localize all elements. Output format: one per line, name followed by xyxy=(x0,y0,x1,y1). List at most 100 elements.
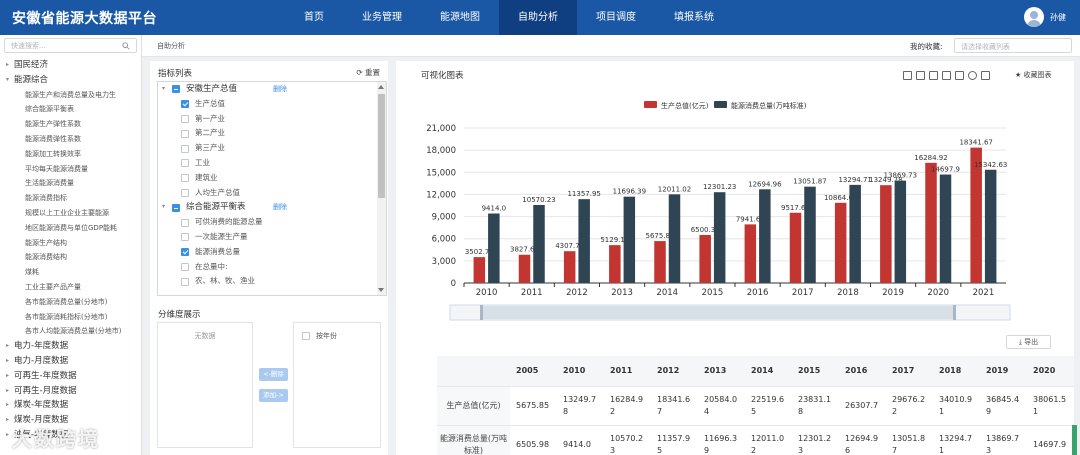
save-chart-button[interactable]: ★ 收藏图表 xyxy=(1015,70,1052,80)
sidebar-category[interactable]: ▸ 煤炭-年度数据 xyxy=(0,398,141,413)
scroll-thumb[interactable] xyxy=(378,94,385,198)
bar-gdp[interactable] xyxy=(834,202,847,283)
search-icon[interactable] xyxy=(122,42,130,50)
chevron-down-icon[interactable]: ▾ xyxy=(162,82,172,97)
favorites-select[interactable]: 请选择收藏列表 xyxy=(954,38,1072,53)
sidebar-item[interactable]: 各市能源消耗指标(分地市) xyxy=(0,310,141,325)
bar-energy[interactable] xyxy=(894,180,907,283)
legend-swatch[interactable] xyxy=(644,101,657,108)
sidebar-item[interactable]: 地区能源消费与单位GDP能耗 xyxy=(0,221,141,236)
user-menu[interactable]: 孙健 xyxy=(1024,7,1066,27)
chevron-right-icon[interactable]: ▸ xyxy=(6,339,14,354)
indicator-checkbox[interactable] xyxy=(181,100,189,109)
indicator-item[interactable]: 工业 xyxy=(158,156,386,171)
bar-energy[interactable] xyxy=(713,192,726,283)
zoom-slider-handle[interactable] xyxy=(953,305,956,320)
indicator-item[interactable]: 在总量中: xyxy=(158,260,386,275)
export-button[interactable]: ⤓ 导出 xyxy=(1006,335,1051,349)
indicator-item[interactable]: 第一产业 xyxy=(158,112,386,127)
sidebar-item[interactable]: 能源消费弹性系数 xyxy=(0,132,141,147)
scroll-down-icon[interactable] xyxy=(378,288,384,292)
avatar[interactable] xyxy=(1024,7,1044,27)
sidebar-item[interactable]: 能源消费指标 xyxy=(0,191,141,206)
user-name[interactable]: 孙健 xyxy=(1050,12,1066,23)
delete-group-link[interactable]: 删除 xyxy=(273,200,287,215)
sidebar-category[interactable]: ▸ 国民经济 xyxy=(0,58,141,73)
indicator-checkbox[interactable] xyxy=(181,262,189,271)
bar-energy[interactable] xyxy=(804,186,816,283)
zoom-reset-icon[interactable] xyxy=(916,71,925,80)
indicator-checkbox[interactable] xyxy=(181,159,189,168)
add-dimension-button[interactable]: 添加-> xyxy=(259,389,288,402)
indicator-checkbox[interactable] xyxy=(172,85,180,94)
chevron-right-icon[interactable]: ▸ xyxy=(6,354,14,369)
chevron-right-icon[interactable]: ▸ xyxy=(6,398,14,413)
zoom-icon[interactable] xyxy=(903,71,912,80)
bar-gdp[interactable] xyxy=(609,245,621,283)
sidebar-item[interactable]: 各市人均能源消费总量(分地市) xyxy=(0,324,141,339)
reset-button[interactable]: ⟳ 重置 xyxy=(356,67,380,78)
scroll-up-icon[interactable] xyxy=(378,85,384,89)
sidebar-item[interactable]: 综合能源平衡表 xyxy=(0,102,141,117)
bar-energy[interactable] xyxy=(533,204,545,283)
delete-group-link[interactable]: 删除 xyxy=(273,82,287,97)
sidebar-category[interactable]: ▸ 可再生-年度数据 xyxy=(0,369,141,384)
dimension-source-list[interactable]: 无数据 xyxy=(157,322,253,448)
indicator-checkbox[interactable] xyxy=(181,114,189,123)
indicator-item[interactable]: 人均生产总值 xyxy=(158,186,386,201)
sidebar-item[interactable]: 工业主要产品产量 xyxy=(0,280,141,295)
sidebar-category[interactable]: ▾ 能源综合 xyxy=(0,73,141,88)
sidebar-item[interactable]: 规模以上工业企业主要能源 xyxy=(0,206,141,221)
indicator-checkbox[interactable] xyxy=(181,129,189,138)
sidebar-item[interactable]: 能源消费结构 xyxy=(0,250,141,265)
sidebar-item[interactable]: 能源生产结构 xyxy=(0,236,141,251)
indicator-group[interactable]: ▾ 综合能源平衡表 删除 xyxy=(158,200,386,215)
nav-self-analysis[interactable]: 自助分析 xyxy=(499,0,577,35)
legend-label[interactable]: 生产总值(亿元) xyxy=(661,101,709,110)
bar-energy[interactable] xyxy=(759,189,771,283)
bar-energy[interactable] xyxy=(668,194,681,283)
bar-chart-icon[interactable] xyxy=(955,71,964,80)
nav-report[interactable]: 填报系统 xyxy=(655,0,733,35)
bar-gdp[interactable] xyxy=(744,224,757,283)
indicator-item[interactable]: 可供消费的能源总量 xyxy=(158,215,386,230)
legend-label[interactable]: 能源消费总量(万吨标准) xyxy=(731,101,807,110)
indicator-item[interactable]: 建筑业 xyxy=(158,171,386,186)
indicator-item[interactable]: 第三产业 xyxy=(158,141,386,156)
indicator-item[interactable]: 农、林、牧、渔业 xyxy=(158,274,386,289)
bar-gdp[interactable] xyxy=(699,235,711,283)
bar-energy[interactable] xyxy=(488,213,500,283)
bar-gdp[interactable] xyxy=(518,254,531,283)
line-chart-icon[interactable] xyxy=(942,71,951,80)
refresh-icon[interactable] xyxy=(968,71,977,80)
indicator-item[interactable]: 能源消费总量 xyxy=(158,245,386,260)
bar-energy[interactable] xyxy=(623,196,636,283)
bar-gdp[interactable] xyxy=(654,241,666,283)
chevron-right-icon[interactable]: ▸ xyxy=(6,384,14,399)
sidebar-item[interactable]: 能源加工转换效率 xyxy=(0,147,141,162)
indicator-scrollbar[interactable] xyxy=(377,82,386,295)
bar-energy[interactable] xyxy=(849,184,861,283)
bar-gdp[interactable] xyxy=(925,162,937,283)
bar-gdp[interactable] xyxy=(473,257,486,283)
sidebar-item[interactable]: 生活能源消费量 xyxy=(0,176,141,191)
indicator-checkbox[interactable] xyxy=(181,174,189,183)
nav-home[interactable]: 首页 xyxy=(285,0,343,35)
indicator-item[interactable]: 生产总值 xyxy=(158,97,386,112)
sidebar-item[interactable]: 能源生产弹性系数 xyxy=(0,117,141,132)
download-icon[interactable] xyxy=(981,71,990,80)
indicator-checkbox[interactable] xyxy=(181,188,189,197)
sidebar-category[interactable]: ▸ 电力-年度数据 xyxy=(0,339,141,354)
legend-swatch[interactable] xyxy=(714,101,727,108)
zoom-slider-handle[interactable] xyxy=(480,305,483,320)
chevron-down-icon[interactable]: ▾ xyxy=(6,73,14,88)
indicator-item[interactable]: 一次能源生产量 xyxy=(158,230,386,245)
indicator-item[interactable]: 第二产业 xyxy=(158,126,386,141)
bar-energy[interactable] xyxy=(939,174,952,283)
sidebar-item[interactable]: 煤耗 xyxy=(0,265,141,280)
nav-business[interactable]: 业务管理 xyxy=(343,0,421,35)
nav-energy-map[interactable]: 能源地图 xyxy=(421,0,499,35)
sidebar-search-input[interactable]: 快速搜索... xyxy=(4,38,137,53)
bar-gdp[interactable] xyxy=(789,212,802,283)
indicator-checkbox[interactable] xyxy=(172,203,180,212)
